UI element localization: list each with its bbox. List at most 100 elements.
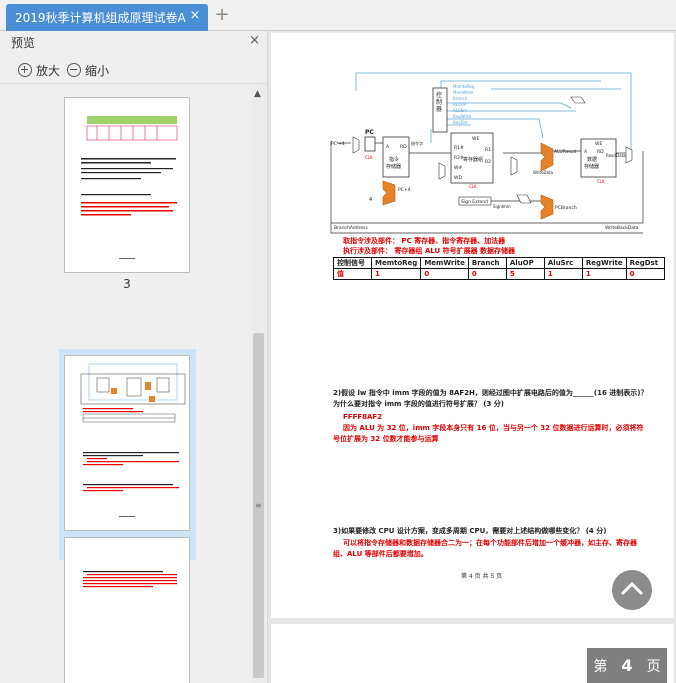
question-3: 3)如果要修改 CPU 设计方案，变成多周期 CPU，需要对上述结构做哪些变化？… bbox=[333, 527, 607, 535]
svg-text:RD: RD bbox=[597, 149, 604, 155]
question-2: 2)假设 lw 指令中 imm 字段的值为 8AF2H，则经过图中扩展电路后的值… bbox=[333, 389, 648, 408]
svg-text:SignImm: SignImm bbox=[493, 204, 511, 209]
svg-text:ALUOP: ALUOP bbox=[453, 102, 467, 107]
sidebar-close-icon[interactable]: × bbox=[249, 33, 260, 48]
tab-title: 2019秋季计算机组成原理试卷A bbox=[15, 11, 186, 25]
sidebar-header: 预览 × bbox=[0, 31, 268, 53]
svg-text:MemWrite: MemWrite bbox=[453, 90, 474, 95]
thumbnail-page-5-preview bbox=[83, 571, 177, 588]
svg-text:存储器: 存储器 bbox=[584, 163, 599, 170]
svg-text:WriteBackData: WriteBackData bbox=[605, 225, 639, 231]
page-footer: 第 4 页 共 5 页 bbox=[461, 573, 503, 580]
zoom-out-label: 缩小 bbox=[85, 63, 110, 78]
svg-text:RegDst: RegDst bbox=[453, 120, 468, 125]
svg-text:寄存器组: 寄存器组 bbox=[463, 156, 483, 163]
clk-label: CLK bbox=[365, 155, 373, 160]
svg-text:RegWrite: RegWrite bbox=[453, 114, 472, 119]
svg-text:PC'+4: PC'+4 bbox=[331, 141, 345, 147]
svg-text:WE: WE bbox=[595, 141, 602, 147]
alu-unit bbox=[540, 142, 554, 172]
table-header-cell: AluSrc bbox=[543, 257, 583, 269]
svg-text:数据: 数据 bbox=[587, 156, 597, 163]
table-cell: 1 bbox=[370, 268, 422, 280]
title-bar: 2019秋季计算机组成原理试卷A × + bbox=[0, 0, 676, 31]
zoom-out-button[interactable]: 缩小 bbox=[67, 60, 109, 80]
new-tab-button[interactable]: + bbox=[213, 6, 231, 24]
answer-1-execute: 执行涉及部件： 寄存器组 ALU 符号扩展器 数据存储器 bbox=[343, 247, 516, 255]
table-cell: 1 bbox=[581, 268, 627, 280]
svg-text:PC+4: PC+4 bbox=[398, 187, 411, 193]
document-page: 控 制 器 MemtoReg MemWrite Branch ALUOP ALUSrc… bbox=[271, 33, 674, 618]
answer-2-value: FFFF8AF2 bbox=[343, 413, 383, 421]
thumbnail-page-5[interactable] bbox=[64, 537, 190, 683]
table-row: 值 1 0 0 5 1 1 0 bbox=[333, 268, 665, 280]
preview-sidebar: 预览 × 放大 缩小 3 ▲ ≡ bbox=[0, 31, 268, 683]
branch-adder bbox=[540, 194, 554, 220]
svg-text:存储器: 存储器 bbox=[386, 163, 401, 170]
thumbnail-page-4[interactable] bbox=[64, 355, 190, 531]
zoom-in-button[interactable]: 放大 bbox=[18, 60, 60, 80]
svg-text:ReadData: ReadData bbox=[606, 153, 626, 158]
table-cell: 5 bbox=[505, 268, 545, 280]
thumbnail-page-number: 3 bbox=[123, 277, 131, 291]
scrollbar-thumb[interactable]: ≡ bbox=[253, 333, 264, 678]
svg-text:RD: RD bbox=[400, 144, 407, 150]
table-header-cell: RegDst bbox=[625, 257, 665, 269]
scroll-to-top-button[interactable] bbox=[612, 570, 652, 610]
divider bbox=[0, 83, 268, 84]
table-cell: 0 bbox=[420, 268, 469, 280]
svg-text:Branch: Branch bbox=[453, 96, 468, 101]
page-indicator: 第 4 页 bbox=[587, 648, 667, 683]
svg-text:4: 4 bbox=[369, 197, 372, 203]
pc-label: PC bbox=[365, 129, 374, 136]
thumbnail-page-3[interactable] bbox=[64, 97, 190, 273]
svg-text:W#: W# bbox=[454, 165, 462, 171]
document-viewer[interactable]: 控 制 器 MemtoReg MemWrite Branch ALUOP ALUSrc… bbox=[269, 31, 676, 683]
svg-text:R2: R2 bbox=[485, 159, 491, 165]
sidebar-scrollbar[interactable]: ▲ ≡ bbox=[251, 85, 266, 683]
svg-text:ALUSrc: ALUSrc bbox=[453, 108, 467, 113]
svg-text:WriteData: WriteData bbox=[533, 170, 554, 175]
svg-text:Sign Extend: Sign Extend bbox=[461, 199, 488, 205]
sidebar-title: 预览 bbox=[11, 36, 36, 50]
svg-text:控: 控 bbox=[436, 91, 442, 99]
thumbnail-list: 3 bbox=[0, 85, 250, 683]
page-indicator-number: 4 bbox=[621, 656, 633, 675]
svg-text:指令字: 指令字 bbox=[411, 140, 423, 146]
scroll-grip-icon: ≡ bbox=[255, 501, 262, 510]
table-cell: 值 bbox=[333, 268, 372, 280]
table-header-cell: MemWrite bbox=[420, 257, 469, 269]
zoom-in-label: 放大 bbox=[36, 63, 61, 78]
zoom-out-icon bbox=[67, 63, 81, 77]
table-header-cell: MemtoReg bbox=[370, 257, 422, 269]
chevron-up-icon bbox=[620, 581, 644, 596]
thumbnail-page-4-preview bbox=[80, 363, 186, 517]
table-header-cell: 控制信号 bbox=[333, 257, 372, 269]
table-header-row: 控制信号 MemtoReg MemWrite Branch AluOP AluS… bbox=[333, 257, 665, 269]
page-indicator-suffix: 页 bbox=[646, 658, 661, 675]
svg-text:CLK: CLK bbox=[469, 184, 477, 189]
zoom-toolbar: 放大 缩小 bbox=[0, 58, 268, 82]
cpu-datapath-diagram: 控 制 器 MemtoRegMemWriteBranch ALUOPALUSrc… bbox=[330, 72, 644, 234]
svg-text:器: 器 bbox=[436, 106, 442, 113]
table-cell: 0 bbox=[467, 268, 507, 280]
close-tab-icon[interactable]: × bbox=[188, 9, 202, 23]
svg-text:CLK: CLK bbox=[597, 179, 605, 184]
table-header-cell: AluOP bbox=[505, 257, 545, 269]
table-header-cell: RegWrite bbox=[581, 257, 627, 269]
answer-2-explanation: 因为 ALU 为 32 位，imm 字段本身只有 16 位，当与另一个 32 位… bbox=[333, 424, 644, 443]
zoom-in-icon bbox=[18, 63, 32, 77]
table-cell: 0 bbox=[625, 268, 665, 280]
control-signal-table: 控制信号 MemtoReg MemWrite Branch AluOP AluS… bbox=[333, 257, 665, 280]
page-indicator-prefix: 第 bbox=[593, 658, 608, 675]
pc-adder bbox=[382, 180, 396, 206]
svg-text:R1#: R1# bbox=[454, 145, 464, 151]
svg-text:制: 制 bbox=[436, 98, 442, 106]
svg-text:MemtoReg: MemtoReg bbox=[453, 84, 475, 89]
svg-text:指令: 指令 bbox=[389, 156, 399, 163]
thumbnail-page-3-preview bbox=[81, 116, 178, 259]
svg-text:WD: WD bbox=[454, 175, 462, 181]
document-tab[interactable]: 2019秋季计算机组成原理试卷A × bbox=[6, 4, 208, 31]
scroll-up-arrow-icon[interactable]: ▲ bbox=[254, 89, 261, 99]
table-cell: 1 bbox=[543, 268, 583, 280]
